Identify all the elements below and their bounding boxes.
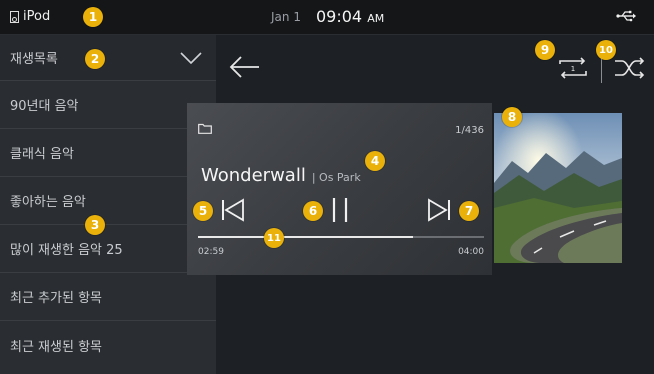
track-title: Wonderwall [201, 165, 306, 186]
elapsed-time: 02:59 [198, 247, 224, 257]
callout-marker: 10 [596, 40, 616, 60]
toolbar-divider [601, 57, 602, 83]
playlist-item[interactable]: 90년대 음악 [0, 81, 216, 129]
playlist-dropdown-label: 재생목록 [10, 52, 58, 67]
playlist-item-label: 좋아하는 음악 [10, 195, 86, 210]
playlist-item-label: 최근 재생된 항목 [10, 339, 102, 355]
playlist-item[interactable]: 클래식 음악 [0, 129, 216, 177]
source-label: iPod [23, 9, 51, 24]
callout-marker: 2 [85, 49, 105, 69]
progress-bar[interactable] [198, 236, 484, 238]
back-arrow-icon[interactable] [229, 55, 261, 79]
playlist-dropdown[interactable]: 재생목록 [0, 35, 216, 81]
playlist-sidebar: 재생목록 90년대 음악 클래식 음악 좋아하는 음악 많이 재생한 음악 25… [0, 35, 216, 374]
callout-marker: 11 [264, 228, 284, 248]
folder-icon[interactable] [198, 123, 212, 134]
pause-button[interactable] [329, 197, 351, 223]
playlist-item-label: 많이 재생한 음악 25 [10, 243, 123, 258]
callout-marker: 9 [535, 40, 555, 60]
callout-marker: 1 [83, 7, 103, 27]
callout-marker: 5 [193, 201, 213, 221]
track-counter: 1/436 [455, 125, 484, 136]
repeat-count: 1 [571, 65, 575, 73]
playlist-item[interactable]: 많이 재생한 음악 25 [0, 225, 216, 273]
playlist-item-label: 90년대 음악 [10, 99, 79, 114]
status-time: 09:04 AM [316, 7, 384, 26]
usb-icon [616, 10, 636, 22]
callout-marker: 6 [303, 201, 323, 221]
playlist-item[interactable]: 최근 추가된 항목 [0, 273, 216, 321]
playlist-item-label: 최근 추가된 항목 [10, 291, 102, 306]
playlist-item[interactable]: 최근 재생된 항목 [0, 321, 216, 369]
playlist-item-label: 클래식 음악 [10, 147, 74, 162]
shuffle-icon[interactable] [614, 57, 646, 79]
callout-marker: 4 [365, 151, 385, 171]
album-art-image [494, 113, 622, 263]
callout-marker: 8 [502, 107, 522, 127]
callout-marker: 3 [85, 215, 105, 235]
chevron-down-icon[interactable] [180, 51, 202, 64]
now-playing-card: 1/436 Wonderwall | Os Park 02:59 04:00 [187, 103, 492, 275]
previous-track-button[interactable] [221, 198, 245, 222]
artist-name: Os Park [319, 171, 361, 184]
track-artist: | Os Park [311, 171, 361, 184]
next-track-button[interactable] [427, 198, 451, 222]
album-art [494, 113, 622, 263]
total-time: 04:00 [458, 247, 484, 257]
clock-time: 09:04 [316, 7, 363, 26]
source-indicator: iPod [10, 9, 50, 24]
track-info: Wonderwall | Os Park [201, 165, 361, 186]
progress-fill [198, 236, 413, 238]
playlist-item[interactable]: 좋아하는 음악 [0, 177, 216, 225]
status-date: Jan 1 [271, 10, 301, 24]
ipod-icon [10, 10, 19, 23]
callout-marker: 7 [459, 201, 479, 221]
clock-ampm: AM [367, 12, 385, 25]
repeat-one-icon[interactable]: 1 [556, 57, 590, 79]
